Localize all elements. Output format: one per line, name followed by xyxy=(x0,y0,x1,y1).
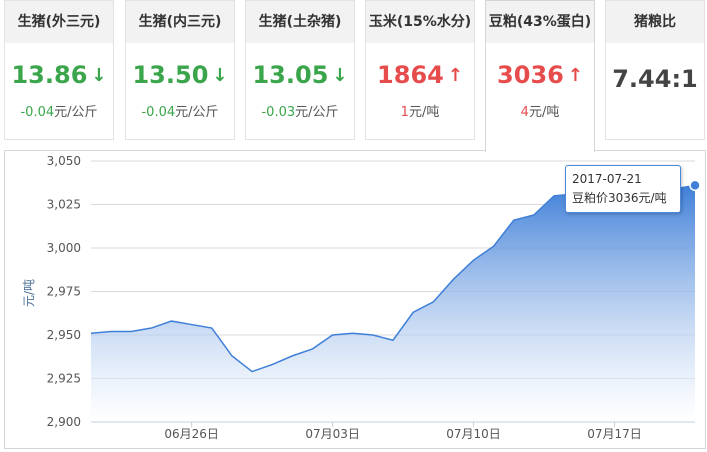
tab-change: -0.04元/公斤 xyxy=(126,101,234,120)
tab-change: -0.03元/公斤 xyxy=(246,101,354,120)
series-area xyxy=(91,185,695,422)
tab-change: -0.04元/公斤 xyxy=(5,101,113,120)
y-tick-label: 3,025 xyxy=(47,198,81,212)
tab-value: 13.50 ↓ xyxy=(126,61,234,91)
change-unit: 元/吨 xyxy=(408,105,440,120)
change-amount: -0.04 xyxy=(20,105,55,120)
price-value: 3036 xyxy=(497,61,564,89)
tab-value: 3036 ↑ xyxy=(486,61,594,91)
x-tick-label: 07月17日 xyxy=(587,427,642,441)
price-value: 1864 xyxy=(377,61,444,89)
y-tick-label: 2,900 xyxy=(47,415,81,429)
change-amount: -0.03 xyxy=(261,105,296,120)
price-value: 13.05 xyxy=(252,61,329,89)
arrow-down-icon: ↓ xyxy=(91,65,107,86)
change-amount: 1 xyxy=(400,105,409,120)
y-tick-label: 3,000 xyxy=(47,241,81,255)
x-tick-label: 06月26日 xyxy=(164,427,219,441)
price-value: 7.44:1 xyxy=(612,65,698,93)
tab-5[interactable]: 猪粮比 7.44:1 xyxy=(605,0,705,140)
price-value: 13.50 xyxy=(132,61,209,89)
arrow-up-icon: ↑ xyxy=(567,65,583,86)
tab-2[interactable]: 生猪(土杂猪) 13.05 ↓ -0.03元/公斤 xyxy=(245,0,355,140)
price-tabs: 生猪(外三元) 13.86 ↓ -0.04元/公斤 生猪(内三元) 13.50 ↓ -0.04… xyxy=(0,0,707,152)
tab-change: 1元/吨 xyxy=(366,101,474,120)
price-value: 13.86 xyxy=(11,61,88,89)
tab-1[interactable]: 生猪(内三元) 13.50 ↓ -0.04元/公斤 xyxy=(125,0,235,140)
tab-change: 4元/吨 xyxy=(486,101,594,120)
tab-0[interactable]: 生猪(外三元) 13.86 ↓ -0.04元/公斤 xyxy=(4,0,114,140)
chart-tooltip: 2017-07-21 豆粕价3036元/吨 xyxy=(565,165,681,213)
tab-title: 生猪(土杂猪) xyxy=(246,1,354,43)
change-amount: -0.04 xyxy=(141,105,176,120)
x-tick-label: 07月03日 xyxy=(305,427,360,441)
arrow-down-icon: ↓ xyxy=(212,65,228,86)
tab-4[interactable]: 豆粕(43%蛋白) 3036 ↑ 4元/吨 xyxy=(485,0,595,152)
tooltip-label: 豆粕价3036元/吨 xyxy=(572,191,667,205)
y-tick-label: 2,975 xyxy=(47,285,81,299)
tab-title: 生猪(外三元) xyxy=(5,1,113,43)
change-unit: 元/公斤 xyxy=(54,105,98,120)
tooltip-date: 2017-07-21 xyxy=(572,172,642,186)
y-tick-label: 2,925 xyxy=(47,372,81,386)
tab-value: 7.44:1 xyxy=(606,65,704,93)
arrow-down-icon: ↓ xyxy=(332,65,348,86)
tab-title: 豆粕(43%蛋白) xyxy=(486,1,594,43)
change-unit: 元/吨 xyxy=(528,105,560,120)
change-unit: 元/公斤 xyxy=(295,105,339,120)
change-unit: 元/公斤 xyxy=(175,105,219,120)
change-amount: 4 xyxy=(520,105,529,120)
y-tick-label: 2,950 xyxy=(47,328,81,342)
x-tick-label: 07月10日 xyxy=(446,427,501,441)
tab-value: 13.05 ↓ xyxy=(246,61,354,91)
tab-value: 1864 ↑ xyxy=(366,61,474,91)
y-tick-label: 3,050 xyxy=(47,154,81,168)
tab-title: 生猪(内三元) xyxy=(126,1,234,43)
y-axis-label: 元/吨 xyxy=(22,279,36,307)
tab-title: 猪粮比 xyxy=(606,1,704,43)
tab-title: 玉米(15%水分) xyxy=(366,1,474,43)
arrow-up-icon: ↑ xyxy=(447,65,463,86)
tab-3[interactable]: 玉米(15%水分) 1864 ↑ 1元/吨 xyxy=(365,0,475,140)
highlight-point xyxy=(689,179,701,192)
tab-value: 13.86 ↓ xyxy=(5,61,113,91)
